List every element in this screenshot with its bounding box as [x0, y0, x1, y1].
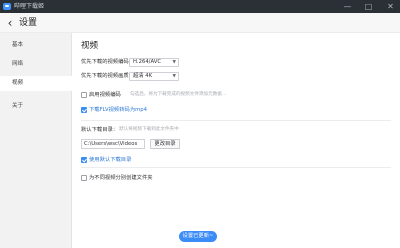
maximize-icon[interactable]: □ [361, 0, 376, 13]
per-folder-label[interactable]: 为不同视频分别创建文件夹 [89, 174, 153, 182]
flv-option-label[interactable]: 下载FLV视频转码为mp4 [89, 106, 147, 114]
settings-sidebar: 基本 网络 视频 关于 [0, 33, 72, 248]
default-dir-hint: 默认将视频下载到此文件夹中 [119, 127, 179, 132]
per-folder-checkbox[interactable] [81, 175, 87, 181]
audio-option-hint: 勾选后，将为下载完成的视频文件添加元数据… [130, 92, 227, 97]
minimize-icon[interactable]: — [340, 0, 355, 13]
default-dir-label: 默认下载目录： [81, 127, 119, 133]
divider [81, 167, 391, 168]
app-title: 哔哩下载姬 [14, 3, 45, 10]
chevron-down-icon: ▼ [172, 74, 176, 79]
audio-option-label[interactable]: 启用视频编码 [89, 91, 121, 99]
settings-saved-button[interactable]: 设置已更新~ [179, 231, 217, 242]
flv-option-checkbox[interactable] [81, 107, 87, 113]
use-default-label[interactable]: 使用默认下载目录 [89, 156, 131, 164]
title-bar: 哔哩下载姬 — □ ✕ [0, 0, 400, 13]
codec-label: 优先下载的视频编码： [81, 59, 134, 65]
app-logo-icon [3, 3, 11, 10]
download-path-input[interactable]: C:\Users\wsc\Videos [81, 139, 145, 149]
section-title: 视频 [81, 41, 99, 51]
quality-value: 超清 4K [133, 73, 153, 79]
video-settings-panel: 视频 优先下载的视频编码： H.264/AVC ▼ 优先下载的视频画质： 超清 … [72, 33, 400, 248]
use-default-checkbox[interactable] [81, 157, 87, 163]
divider [81, 120, 391, 121]
back-arrow-icon[interactable]: ‹ [4, 16, 16, 30]
page-title: 设置 [19, 18, 38, 28]
sidebar-item-about[interactable]: 关于 [0, 99, 72, 114]
change-directory-button[interactable]: 更改目录 [150, 139, 180, 149]
download-path-value: C:\Users\wsc\Videos [84, 141, 138, 147]
quality-select[interactable]: 超清 4K ▼ [129, 72, 179, 81]
chevron-down-icon: ▼ [172, 60, 176, 65]
sidebar-item-basic[interactable]: 基本 [0, 38, 72, 53]
settings-header: ‹ 设置 [0, 13, 400, 33]
sidebar-item-network[interactable]: 网络 [0, 57, 72, 72]
sidebar-item-video[interactable]: 视频 [0, 76, 72, 91]
quality-label: 优先下载的视频画质： [81, 73, 134, 79]
codec-value: H.264/AVC [133, 59, 162, 65]
close-icon[interactable]: ✕ [383, 0, 398, 13]
codec-select[interactable]: H.264/AVC ▼ [129, 58, 179, 67]
audio-option-checkbox[interactable] [81, 92, 87, 98]
